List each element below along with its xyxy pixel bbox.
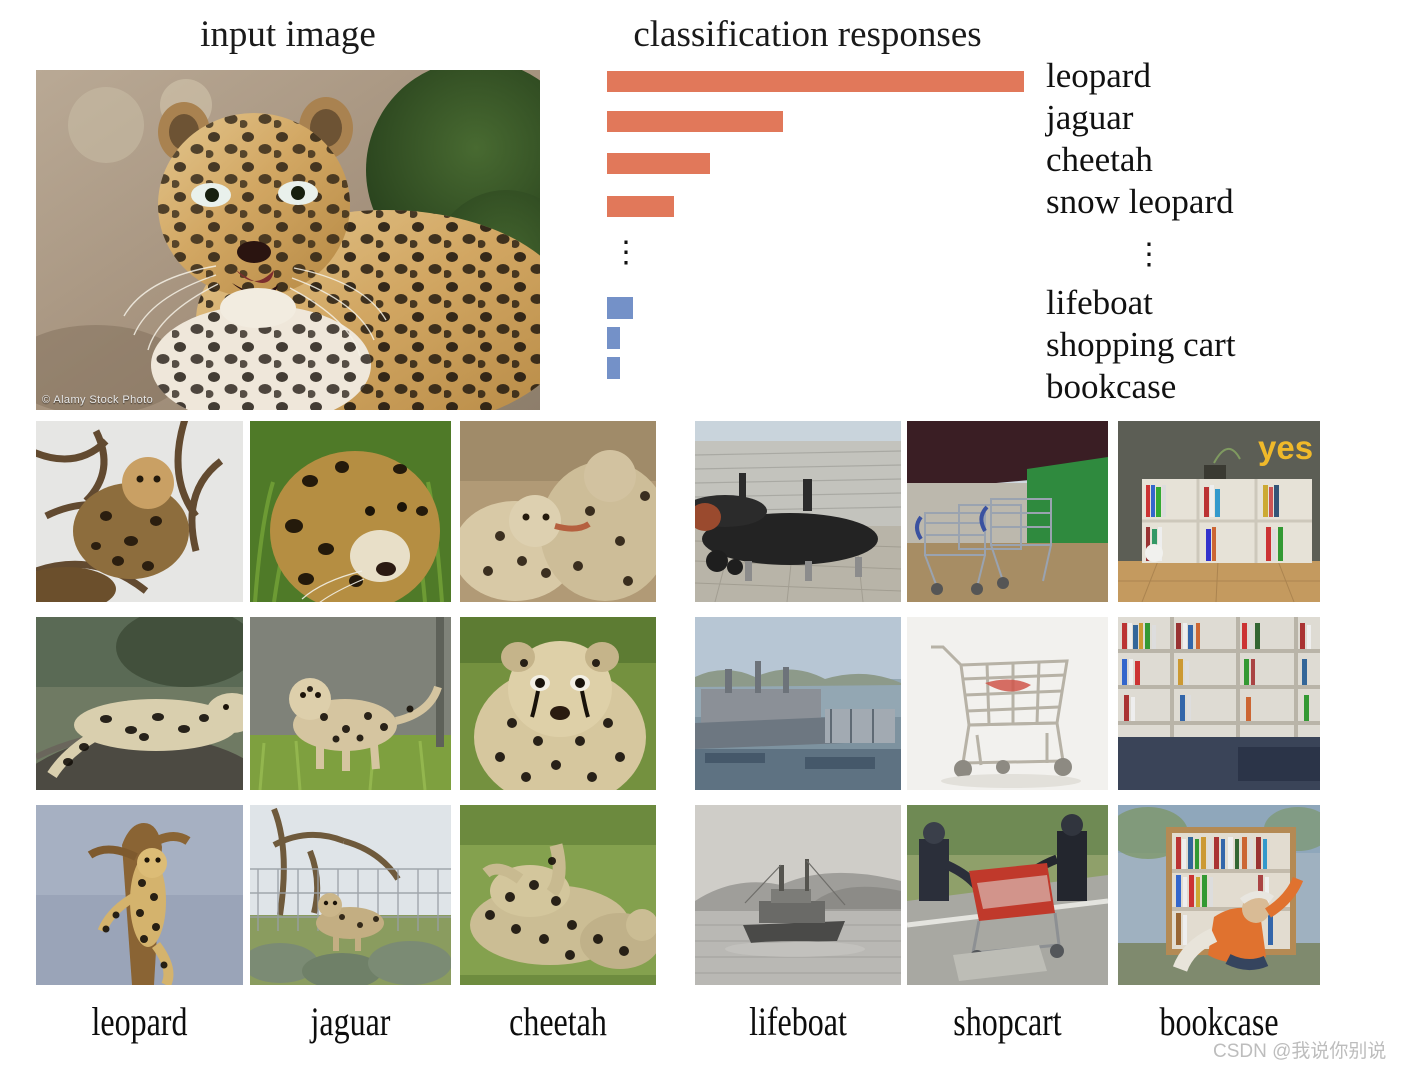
bar-chart-ellipsis-icon: ⋮: [611, 236, 641, 269]
bar-bookcase: [607, 357, 620, 379]
classification-responses-title: classification responses: [633, 14, 982, 55]
thumb-leopard-r2c1: [36, 617, 243, 790]
cheetah-face-thumb: [460, 617, 656, 790]
single-shopping-cart-thumb: [907, 617, 1108, 790]
submarine-thumb: [695, 421, 901, 602]
caption-cheetah: cheetah: [509, 999, 607, 1044]
thumb-cheetah-r1c3: [460, 421, 656, 602]
response-label-cheetah: cheetah: [1046, 140, 1153, 179]
thumb-bookcase-r1c6: yes: [1118, 421, 1320, 602]
jaguar-in-grass-thumb: [250, 421, 451, 602]
jaguar-behind-fence-thumb: [250, 805, 451, 985]
leopard-climbing-thumb: [36, 805, 243, 985]
csdn-watermark: CSDN @我说你别说: [1213, 1041, 1387, 1062]
bar-leopard: [607, 71, 1024, 92]
caption-jaguar: jaguar: [310, 999, 391, 1044]
thumb-cheetah-r2c3: [460, 617, 656, 790]
response-label-shopping-cart: shopping cart: [1046, 325, 1236, 364]
thumb-shopcart-r3c5: [907, 805, 1108, 985]
thumb-lifeboat-r2c4: [695, 617, 901, 790]
bar-shopping-cart: [607, 327, 620, 349]
leopard-in-tree-thumb: [36, 421, 243, 602]
caption-lifeboat: lifeboat: [749, 999, 847, 1044]
response-label-snow-leopard: snow leopard: [1046, 182, 1234, 221]
response-label-leopard: leopard: [1046, 56, 1151, 95]
shopping-carts-thumb: [907, 421, 1108, 602]
thumb-shopcart-r1c5: [907, 421, 1108, 602]
thumb-cheetah-r3c3: [460, 805, 656, 985]
response-label-lifeboat: lifeboat: [1046, 283, 1153, 322]
thumb-lifeboat-r3c4: [695, 805, 901, 985]
bar-cheetah: [607, 153, 710, 174]
caption-leopard: leopard: [91, 999, 188, 1044]
leopard-illustration: [36, 70, 540, 410]
input-image-title: input image: [200, 14, 376, 55]
caption-shopcart: shopcart: [953, 999, 1062, 1044]
cheetahs-with-prey-thumb: [460, 421, 656, 602]
harbour-ship-thumb: [695, 617, 901, 790]
thumb-jaguar-r1c2: [250, 421, 451, 602]
thumb-bookcase-r2c6: [1118, 617, 1320, 790]
thumb-bookcase-r3c6: [1118, 805, 1320, 985]
response-label-jaguar: jaguar: [1046, 98, 1134, 137]
thumb-shopcart-r2c5: [907, 617, 1108, 790]
thumb-jaguar-r2c2: [250, 617, 451, 790]
thumb-jaguar-r3c2: [250, 805, 451, 985]
leopard-photo: [36, 70, 540, 410]
library-shelves-thumb: [1118, 617, 1320, 790]
bar-snow-leopard: [607, 196, 674, 217]
thumb-lifeboat-r1c4: [695, 421, 901, 602]
jaguar-standing-thumb: [250, 617, 451, 790]
man-at-bookcase-thumb: [1118, 805, 1320, 985]
bar-lifeboat: [607, 297, 633, 319]
alamy-watermark: © Alamy Stock Photo: [42, 394, 154, 406]
people-with-cart-thumb: [907, 805, 1108, 985]
classification-response-bar-chart: ⋮: [607, 60, 1037, 405]
thumb-leopard-r1c1: [36, 421, 243, 602]
svg-text:yes: yes: [1258, 429, 1313, 466]
response-label-ellipsis-icon: ⋮: [1134, 238, 1164, 271]
response-label-bookcase: bookcase: [1046, 367, 1177, 406]
cheetah-rolling-thumb: [460, 805, 656, 985]
bookcase-yes-thumb: yes: [1118, 421, 1320, 602]
thumb-leopard-r3c1: [36, 805, 243, 985]
leopard-on-log-thumb: [36, 617, 243, 790]
bar-jaguar: [607, 111, 783, 132]
vintage-lifeboat-thumb: [695, 805, 901, 985]
input-image: © Alamy Stock Photo: [36, 70, 540, 410]
